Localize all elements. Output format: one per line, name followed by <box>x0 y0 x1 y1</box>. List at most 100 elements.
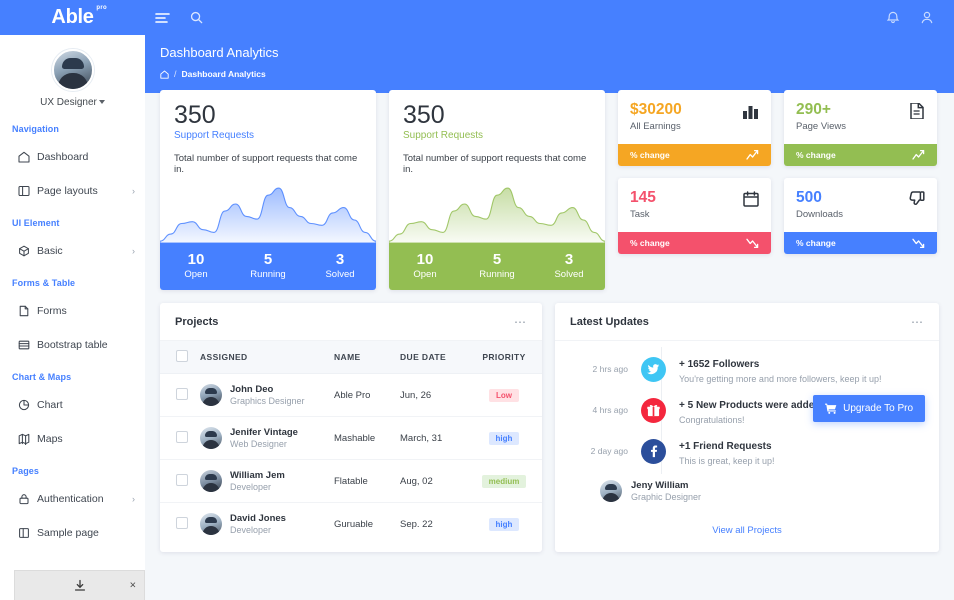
table-row[interactable]: William Jem Developer Flatable Aug, 02 mediu… <box>160 459 542 504</box>
trend-up-icon <box>746 149 759 161</box>
sidebar-item-label: Basic <box>37 245 63 257</box>
stat-card-footer: % change <box>784 144 937 167</box>
update-text: + 1652 Followers You're getting more and … <box>679 357 924 384</box>
layout-icon <box>18 185 37 197</box>
status-badge: Low <box>489 388 519 402</box>
person-name: Jeny William <box>631 480 689 492</box>
more-options-icon[interactable]: ⋯ <box>911 316 924 328</box>
trend-down-icon <box>746 237 759 249</box>
stat-card-text: 500 Downloads <box>796 189 843 220</box>
sidebar-item-dashboard[interactable]: Dashboard <box>0 140 145 174</box>
profile-role-label: UX Designer <box>40 97 97 108</box>
stat-card-page-views[interactable]: 290+ Page Views % change <box>784 90 937 167</box>
stat-card-all-earnings[interactable]: $30200 All Earnings % change <box>618 90 771 167</box>
breadcrumb: / Dashboard Analytics <box>160 69 954 79</box>
update-title: + 1652 Followers <box>679 359 760 371</box>
sidebar-item-bootstrap-table[interactable]: Bootstrap table <box>0 328 145 362</box>
breadcrumb-current[interactable]: Dashboard Analytics <box>182 69 266 79</box>
upgrade-to-pro-button[interactable]: Upgrade To Pro <box>813 395 925 423</box>
mini-cards-row-1: $30200 All Earnings % change 290+ Page Views… <box>618 90 937 167</box>
view-all-projects[interactable]: View all Projects <box>555 512 939 552</box>
more-options-icon[interactable]: ⋯ <box>514 316 527 328</box>
stat-card-downloads[interactable]: 500 Downloads % change <box>784 178 937 255</box>
stat-value: 10 <box>187 251 205 269</box>
sidebar: UX Designer Navigation Dashboard Page layo… <box>0 35 145 600</box>
sidebar-item-label: Chart <box>37 399 63 411</box>
nav-caption: UI Element <box>12 218 60 228</box>
support-subtitle: Support Requests <box>174 130 255 142</box>
sidebar-item-sample-page[interactable]: Sample page <box>0 516 145 550</box>
close-icon[interactable]: × <box>130 580 136 591</box>
update-item[interactable]: 2 hrs ago + 1652 Followers You're getting … <box>570 357 924 384</box>
hamburger-icon[interactable] <box>145 0 179 35</box>
assigned-cell: Jenifer Vintage Web Designer <box>194 416 328 461</box>
row-checkbox[interactable] <box>176 430 188 443</box>
top-navbar: Able pro <box>0 0 954 35</box>
avatar <box>200 384 222 407</box>
chevron-right-icon: › <box>132 246 135 256</box>
trend-up-icon <box>912 149 925 161</box>
stat-card-top: 290+ Page Views <box>784 90 937 144</box>
stat-card-text: 290+ Page Views <box>796 101 846 132</box>
home-icon[interactable] <box>160 70 169 79</box>
stat-card-text: $30200 All Earnings <box>630 101 682 132</box>
row-checkbox[interactable] <box>176 387 188 400</box>
due-date-cell: Jun, 26 <box>394 373 466 418</box>
change-label: % change <box>630 238 670 249</box>
change-label: % change <box>796 238 836 249</box>
user-icon[interactable] <box>910 0 944 35</box>
profile-role[interactable]: UX Designer <box>0 97 145 108</box>
row-checkbox[interactable] <box>176 473 188 486</box>
priority-cell: Low <box>466 373 542 418</box>
home-icon <box>18 151 37 163</box>
select-all-checkbox[interactable] <box>176 350 188 363</box>
stat-label: Page Views <box>796 121 846 133</box>
stat-card-task[interactable]: 145 Task % change <box>618 178 771 255</box>
table-row[interactable]: David Jones Developer Guruable Sep. 22 high <box>160 503 542 546</box>
sidebar-item-page-layouts[interactable]: Page layouts › <box>0 174 145 208</box>
chevron-right-icon: › <box>132 186 135 196</box>
bell-icon[interactable] <box>876 0 910 35</box>
project-name-cell: Able Pro <box>328 373 394 418</box>
support-stat: 5 Running <box>461 243 533 290</box>
page-header: Dashboard Analytics / Dashboard Analytic… <box>145 35 954 93</box>
table-row[interactable]: Jenifer Vintage Web Designer Mashable March… <box>160 416 542 461</box>
update-title: +1 Friend Requests <box>679 441 772 453</box>
sidebar-item-authentication[interactable]: Authentication › <box>0 482 145 516</box>
stat-label: Task <box>630 209 650 221</box>
panels-row: Projects ⋯ ASSIGNED NAME DUE DATE PRIORI… <box>160 303 939 553</box>
row-checkbox[interactable] <box>176 516 188 529</box>
stat-label: All Earnings <box>630 121 681 133</box>
update-item[interactable]: 2 day ago +1 Friend Requests This is great… <box>570 439 924 466</box>
assignee-role: Developer <box>230 525 272 536</box>
support-cards: 350 Support Requests Total number of suppo… <box>160 90 605 291</box>
brand-logo[interactable]: Able pro <box>0 0 145 35</box>
table-icon <box>18 339 37 351</box>
sidebar-item-label: Authentication <box>37 493 104 505</box>
download-toast[interactable]: × <box>14 570 145 600</box>
chevron-right-icon: › <box>132 494 135 504</box>
page-icon <box>18 527 37 539</box>
search-icon[interactable] <box>179 0 213 35</box>
sidebar-item-maps[interactable]: Maps <box>0 422 145 456</box>
sidebar-item-forms[interactable]: Forms <box>0 294 145 328</box>
change-label: % change <box>796 150 836 161</box>
select-all-header <box>160 341 194 375</box>
facebook-icon <box>641 439 666 465</box>
stat-label: Downloads <box>796 209 843 221</box>
status-badge: medium <box>481 474 527 488</box>
assigned-cell: John Deo Graphics Designer <box>194 373 328 418</box>
stat-label: Open <box>184 269 208 281</box>
support-card-top: 350 Support Requests Total number of suppo… <box>160 90 376 176</box>
avatar <box>600 480 622 503</box>
support-card-top: 350 Support Requests Total number of suppo… <box>389 90 605 176</box>
thumbs-down-icon <box>909 191 925 207</box>
cart-icon <box>825 403 837 415</box>
assigned-cell: William Jem Developer <box>194 459 328 504</box>
sidebar-item-chart[interactable]: Chart <box>0 388 145 422</box>
stat-value: 5 <box>492 251 502 269</box>
sidebar-profile[interactable]: UX Designer <box>0 35 145 114</box>
updates-list: 2 hrs ago + 1652 Followers You're getting … <box>555 341 939 512</box>
sidebar-item-basic[interactable]: Basic › <box>0 234 145 268</box>
table-row[interactable]: John Deo Graphics Designer Able Pro Jun, 26… <box>160 373 542 418</box>
